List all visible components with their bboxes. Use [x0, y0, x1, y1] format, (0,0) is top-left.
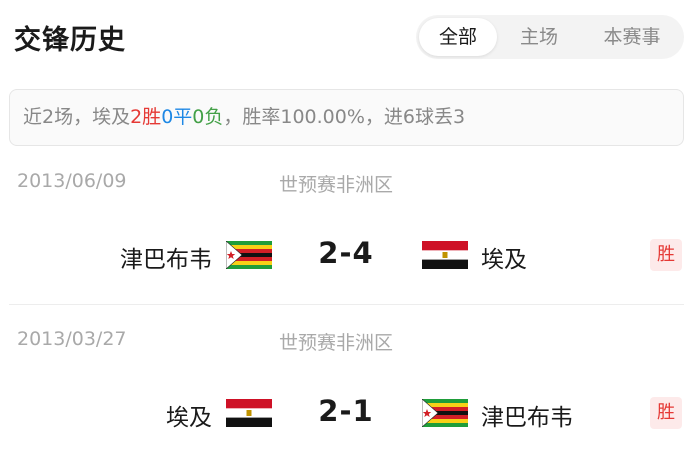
- summary-wins: 2胜: [130, 106, 162, 128]
- row-divider: [9, 304, 684, 305]
- match-competition: 世预赛非洲区: [279, 174, 394, 196]
- egypt-flag-icon: [422, 241, 468, 269]
- tab-all[interactable]: 全部: [419, 18, 497, 56]
- page-title: 交锋历史: [14, 25, 126, 56]
- match-row[interactable]: 2013/06/09 世预赛非洲区 津巴布韦 2-4 埃及 胜: [0, 160, 698, 310]
- home-team-name: 津巴布韦: [120, 247, 212, 273]
- head-to-head-summary: 近2场，埃及2胜0平0负，胜率100.00%，进6球丢3: [9, 89, 684, 146]
- result-badge: 胜: [650, 239, 682, 271]
- tab-this-competition[interactable]: 本赛事: [584, 18, 680, 56]
- away-team-name: 津巴布韦: [481, 405, 573, 431]
- away-team-name: 埃及: [481, 247, 527, 273]
- tab-home[interactable]: 主场: [500, 18, 578, 56]
- egypt-flag-icon: [226, 399, 272, 427]
- summary-prefix: 近2场，埃及: [23, 106, 131, 128]
- header: 交锋历史 全部 主场 本赛事: [0, 0, 698, 80]
- result-badge: 胜: [650, 397, 682, 429]
- zimbabwe-flag-icon: [226, 241, 272, 269]
- summary-losses: 0负: [192, 106, 224, 128]
- match-date: 2013/03/27: [17, 328, 127, 350]
- home-team-name: 埃及: [166, 405, 212, 431]
- zimbabwe-flag-icon: [422, 399, 468, 427]
- match-score: 2-4: [318, 236, 374, 270]
- match-score: 2-1: [318, 394, 374, 428]
- summary-draws: 0平: [161, 106, 193, 128]
- match-date: 2013/06/09: [17, 170, 127, 192]
- summary-suffix: ，胜率100.00%，进6球丢3: [223, 106, 466, 128]
- match-competition: 世预赛非洲区: [279, 332, 394, 354]
- filter-segmented-control: 全部 主场 本赛事: [416, 15, 684, 59]
- match-row[interactable]: 2013/03/27 世预赛非洲区 埃及 2-1 津巴布韦 胜: [0, 318, 698, 452]
